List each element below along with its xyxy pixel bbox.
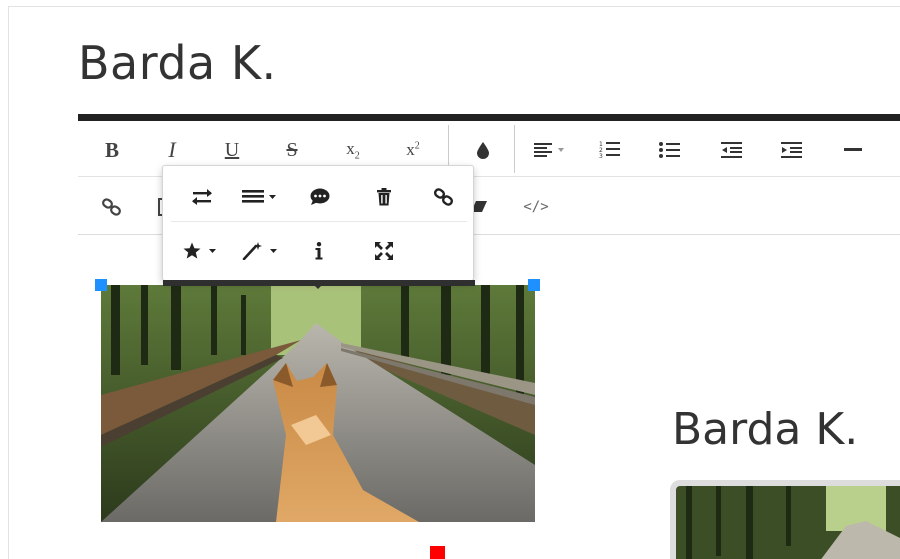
unordered-list-icon: [659, 142, 680, 158]
replace-image-button[interactable]: [185, 182, 219, 212]
outdent-icon: [721, 142, 742, 158]
subscript-mark: 2: [354, 150, 360, 162]
dog-road-photo: [101, 285, 535, 522]
underline-icon: U: [224, 138, 240, 161]
align-icon: [534, 143, 564, 157]
subscript-button[interactable]: x2: [338, 135, 368, 165]
code-view-button[interactable]: </>: [518, 192, 554, 222]
image-style-button[interactable]: [179, 236, 223, 266]
superscript-mark: 2: [414, 140, 420, 152]
superscript-base: x: [406, 140, 415, 159]
info-icon: [315, 242, 323, 260]
popover-row-2: [171, 226, 467, 276]
image-alt-button[interactable]: [309, 236, 329, 266]
link-button[interactable]: [98, 192, 126, 222]
italic-button[interactable]: I: [158, 135, 186, 165]
image-effects-button[interactable]: [239, 236, 283, 266]
svg-text:3: 3: [599, 153, 603, 160]
code-view-icon: </>: [523, 199, 549, 215]
unordered-list-button[interactable]: [656, 135, 684, 165]
document-title: Barda K.: [78, 36, 277, 90]
outdent-button[interactable]: [718, 135, 746, 165]
editor-top-bar: [78, 114, 900, 121]
indent-button[interactable]: [778, 135, 806, 165]
subscript-base: x: [346, 138, 355, 158]
subscript-icon: x2: [346, 139, 360, 161]
remove-image-button[interactable]: [369, 182, 399, 212]
image-popover: [162, 165, 475, 286]
color-button[interactable]: [470, 135, 496, 165]
underline-button[interactable]: U: [218, 135, 246, 165]
image-link-button[interactable]: [429, 182, 459, 212]
preview-title: Barda K.: [672, 404, 859, 455]
color-drop-icon: [477, 142, 489, 159]
image-size-button[interactable]: [369, 236, 399, 266]
display-icon: [242, 190, 276, 203]
magic-wand-icon: [242, 242, 277, 260]
indent-icon: [781, 142, 802, 158]
resize-handle[interactable]: [430, 546, 445, 559]
trash-icon: [377, 188, 391, 206]
selected-image[interactable]: [101, 285, 535, 522]
image-caption-button[interactable]: [305, 182, 335, 212]
selection-handle-top-right[interactable]: [528, 279, 540, 291]
bold-button[interactable]: B: [98, 135, 126, 165]
horizontal-rule-icon: [844, 148, 862, 151]
popover-arrow: [310, 281, 326, 289]
link-icon: [434, 188, 454, 206]
superscript-button[interactable]: x2: [398, 135, 428, 165]
strikethrough-icon: S: [286, 138, 298, 161]
replace-icon: [192, 189, 212, 205]
horizontal-rule-button[interactable]: [838, 135, 868, 165]
italic-icon: I: [168, 137, 176, 162]
superscript-icon: x2: [406, 140, 420, 160]
image-display-button[interactable]: [239, 182, 283, 212]
selection-handle-top-left[interactable]: [95, 279, 107, 291]
bold-icon: B: [104, 137, 119, 162]
link-icon: [102, 198, 121, 216]
preview-image-frame: [670, 480, 900, 559]
popover-row-1: [171, 172, 467, 222]
align-button[interactable]: [530, 135, 572, 165]
fullscreen-icon: [375, 242, 393, 260]
ordered-list-button[interactable]: 123: [596, 135, 624, 165]
strikethrough-button[interactable]: S: [278, 135, 306, 165]
toolbar-separator: [514, 125, 515, 173]
star-icon: [183, 242, 216, 259]
preview-photo: [676, 486, 900, 559]
caption-icon: [310, 188, 330, 205]
ordered-list-icon: 123: [599, 141, 620, 160]
